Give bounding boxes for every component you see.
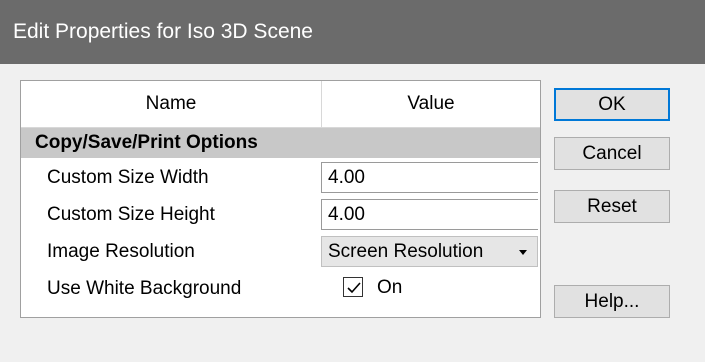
checkbox-label: On [377, 277, 403, 298]
dropdown-arrow-icon[interactable] [519, 250, 527, 255]
custom-size-height-field[interactable]: 4.00 [321, 199, 538, 230]
property-row-custom-size-height[interactable]: Custom Size Height 4.00 [21, 196, 540, 233]
property-name: Image Resolution [47, 241, 195, 262]
cancel-button[interactable]: Cancel [554, 137, 670, 170]
custom-size-width-field[interactable]: 4.00 [321, 162, 538, 193]
property-name: Use White Background [47, 278, 242, 299]
property-row-use-white-background[interactable]: Use White Background On [21, 270, 540, 307]
property-grid: Name Value Copy/Save/Print Options Custo… [20, 80, 541, 318]
use-white-background-checkbox[interactable] [343, 277, 363, 297]
help-button[interactable]: Help... [554, 285, 670, 318]
column-header-name[interactable]: Name [21, 81, 322, 127]
checkmark-icon [347, 282, 361, 294]
image-resolution-selected-value: Screen Resolution [328, 241, 484, 262]
property-row-image-resolution[interactable]: Image Resolution Screen Resolution [21, 233, 540, 270]
property-name: Custom Size Width [47, 167, 209, 188]
grid-header: Name Value [21, 81, 540, 128]
window-title: Edit Properties for Iso 3D Scene [0, 0, 705, 64]
column-header-value[interactable]: Value [322, 81, 540, 127]
property-row-custom-size-width[interactable]: Custom Size Width 4.00 [21, 159, 540, 196]
category-copy-save-print[interactable]: Copy/Save/Print Options [21, 128, 540, 158]
property-name: Custom Size Height [47, 204, 215, 225]
reset-button[interactable]: Reset [554, 190, 670, 223]
ok-button[interactable]: OK [554, 88, 670, 121]
use-white-background-value: On [321, 273, 538, 304]
image-resolution-dropdown[interactable]: Screen Resolution [321, 236, 538, 267]
